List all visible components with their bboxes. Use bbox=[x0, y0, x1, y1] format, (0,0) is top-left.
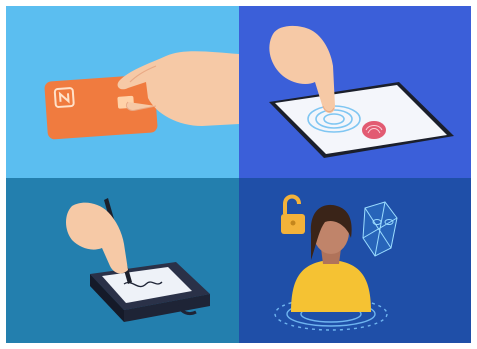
fingerprint-illustration bbox=[269, 25, 454, 158]
fingerprint-icon bbox=[362, 121, 386, 139]
smartphone bbox=[269, 82, 454, 158]
padlock-icon bbox=[281, 194, 305, 234]
face-recognition-panel bbox=[239, 178, 471, 343]
face-scan-icon bbox=[362, 201, 398, 257]
signature-pad-panel bbox=[6, 178, 239, 343]
nfc-card-illustration bbox=[44, 51, 239, 140]
illustration-grid bbox=[6, 6, 471, 343]
signature-pad bbox=[90, 262, 210, 322]
fingerprint-panel bbox=[239, 6, 471, 178]
face-recognition-illustration bbox=[274, 194, 398, 331]
nfc-card-panel bbox=[6, 6, 239, 178]
signature-illustration bbox=[66, 198, 210, 322]
hand bbox=[66, 202, 128, 274]
